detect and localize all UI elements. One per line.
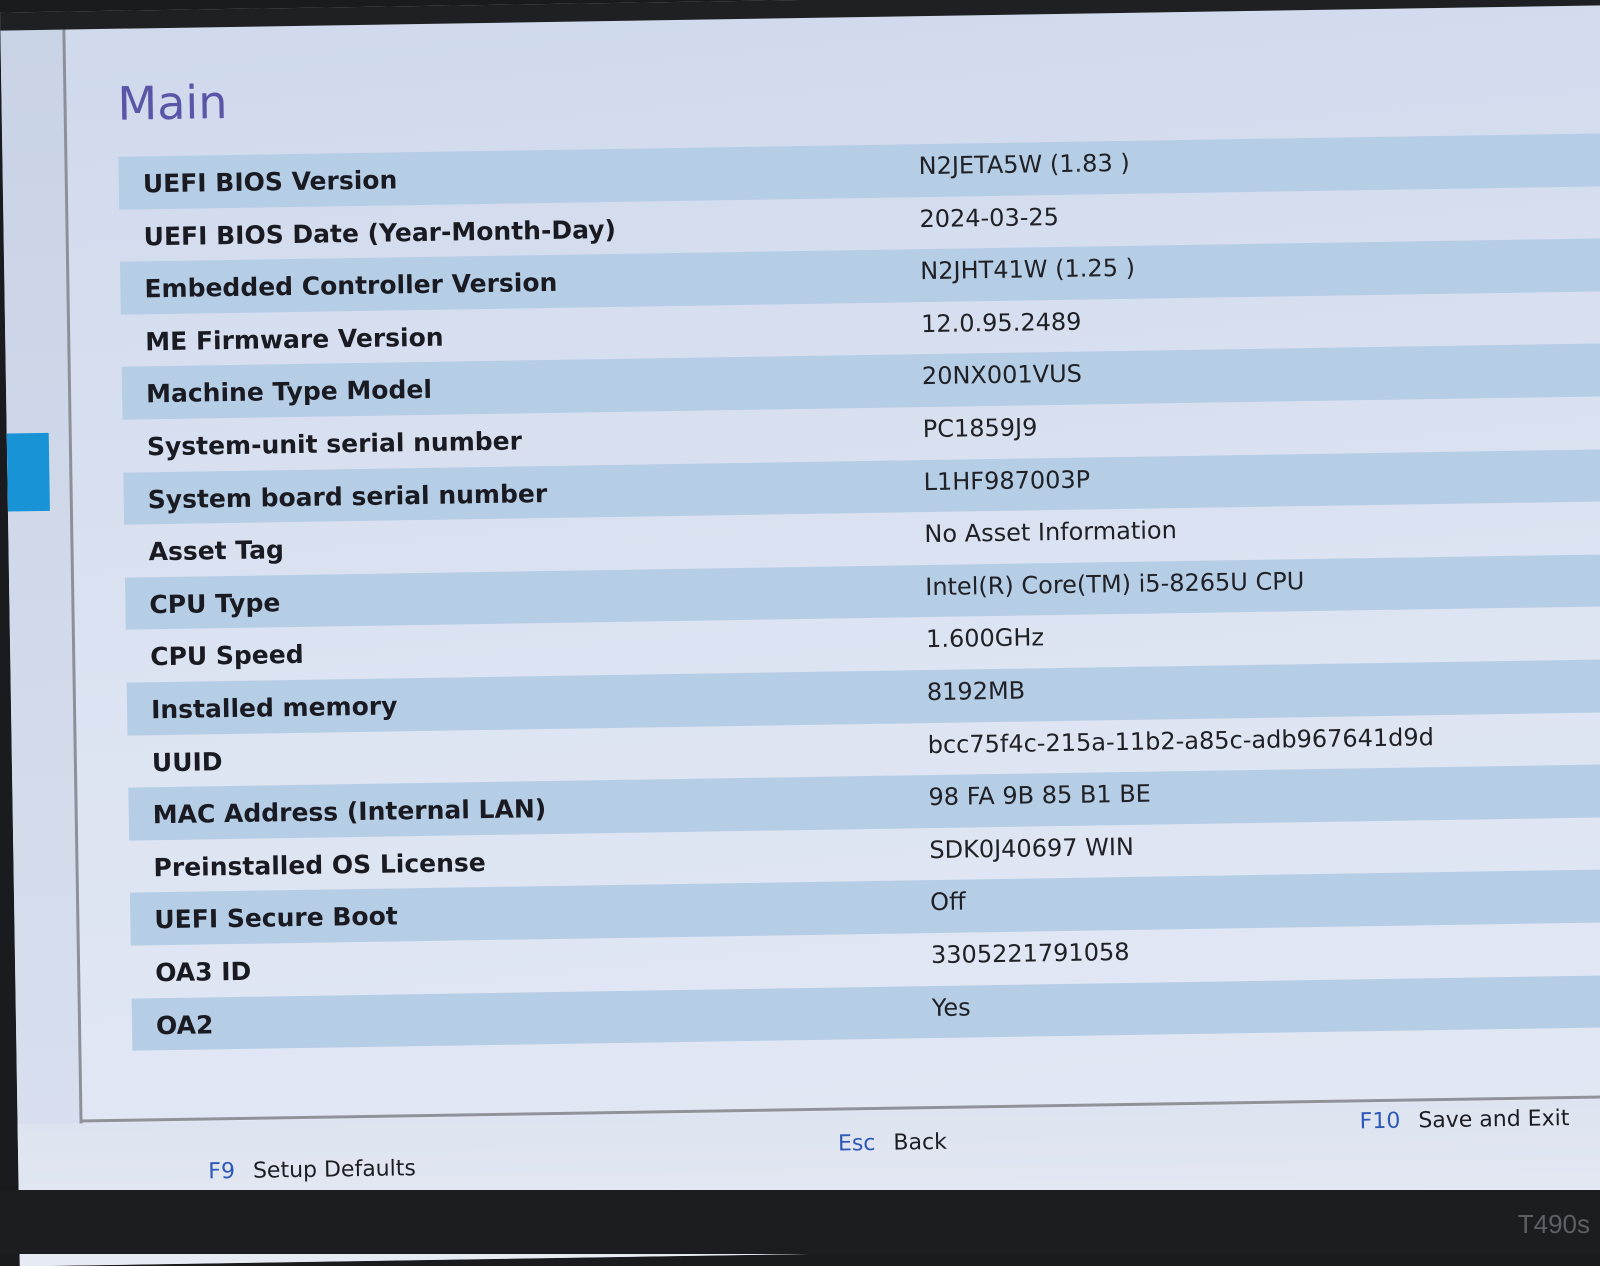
info-label: UEFI Secure Boot (154, 902, 398, 935)
esc-key-hint: Esc (838, 1131, 876, 1157)
sidebar-selected-indicator[interactable] (7, 433, 50, 512)
info-label: System-unit serial number (147, 426, 522, 461)
info-label: UEFI BIOS Date (Year-Month-Day) (143, 215, 616, 251)
info-value: 12.0.95.2489 (921, 307, 1082, 338)
back-label: Back (893, 1130, 947, 1156)
setup-defaults-label: Setup Defaults (253, 1156, 416, 1184)
info-value: L1HF987003P (923, 465, 1090, 496)
info-label: Installed memory (151, 691, 398, 724)
info-label: Asset Tag (148, 535, 284, 566)
info-value: 3305221791058 (931, 938, 1130, 969)
save-exit-button[interactable]: F10 Save and Exit (1359, 1106, 1569, 1134)
info-value: PC1859J9 (923, 413, 1038, 443)
info-label: Preinstalled OS License (153, 848, 486, 882)
info-label: OA2 (156, 1010, 214, 1040)
info-value: SDK0J40697 WIN (929, 833, 1134, 864)
f9-key-hint: F9 (208, 1159, 235, 1184)
info-label: Embedded Controller Version (144, 268, 557, 303)
f10-key-hint: F10 (1359, 1109, 1400, 1135)
info-label: Machine Type Model (146, 375, 432, 408)
info-value: 2024-03-25 (919, 203, 1059, 233)
info-label: OA3 ID (155, 957, 252, 988)
system-info-table: UEFI BIOS Version N2JETA5W (1.83 ) UEFI … (118, 133, 1600, 1051)
info-label: CPU Type (149, 588, 280, 619)
info-label: UUID (152, 747, 223, 777)
info-value: 1.600GHz (926, 624, 1044, 654)
model-badge: T490s (1518, 1209, 1590, 1240)
info-value: No Asset Information (924, 516, 1177, 548)
bottom-bezel (0, 1190, 1600, 1254)
info-value: Intel(R) Core(TM) i5-8265U CPU (925, 567, 1305, 601)
info-label: UEFI BIOS Version (143, 165, 398, 198)
info-value: N2JHT41W (1.25 ) (920, 254, 1135, 285)
info-label: MAC Address (Internal LAN) (152, 794, 546, 829)
info-value: 8192MB (927, 676, 1026, 706)
back-button[interactable]: Esc Back (838, 1130, 947, 1157)
info-label: ME Firmware Version (145, 322, 444, 356)
setup-defaults-button[interactable]: F9 Setup Defaults (208, 1156, 416, 1184)
page-title: Main (117, 75, 228, 131)
bios-screen: Main UEFI BIOS Version N2JETA5W (1.83 ) … (0, 0, 1600, 1266)
info-label: System board serial number (148, 479, 548, 514)
info-value: N2JETA5W (1.83 ) (918, 149, 1130, 180)
info-value: 98 FA 9B 85 B1 BE (928, 780, 1151, 811)
info-value: Off (930, 888, 966, 917)
info-value: bcc75f4c-215a-11b2-a85c-adb967641d9d (927, 723, 1434, 759)
save-exit-label: Save and Exit (1418, 1106, 1569, 1133)
info-label: CPU Speed (150, 640, 304, 671)
info-value: 20NX001VUS (922, 360, 1082, 391)
info-value: Yes (932, 993, 971, 1022)
